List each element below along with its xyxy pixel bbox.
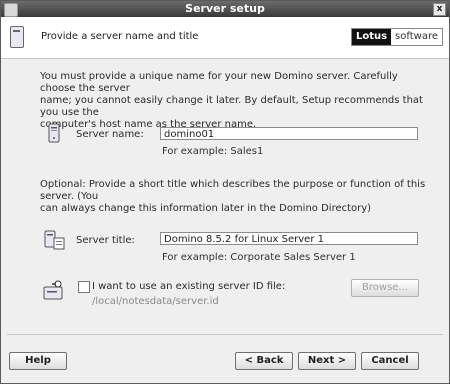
title-bar: Server setup x [1, 1, 449, 17]
back-button[interactable]: < Back [235, 352, 293, 370]
server-name-label: Server name: [76, 129, 144, 140]
brand-software: software [391, 29, 442, 45]
server-document-icon [44, 230, 65, 250]
cancel-button[interactable]: Cancel [361, 352, 419, 370]
existing-id-path: /local/notesdata/server.id [92, 296, 219, 307]
server-tower-icon [48, 123, 60, 143]
server-name-input[interactable]: domino01 [160, 127, 418, 140]
wizard-header: Provide a server name and title Lotus so… [1, 17, 449, 59]
window-menu-icon[interactable] [4, 3, 18, 17]
server-name-example: For example: Sales1 [162, 146, 264, 157]
brand-lotus: Lotus [351, 29, 392, 45]
server-title-example: For example: Corporate Sales Server 1 [162, 252, 356, 263]
server-tower-icon [10, 26, 24, 48]
optional-line-2: can always change this information later… [40, 203, 372, 214]
server-title-input[interactable]: Domino 8.5.2 for Linux Server 1 [160, 232, 418, 245]
browse-button[interactable]: Browse... [351, 279, 419, 297]
lotus-software-logo: Lotus software [350, 28, 443, 46]
server-setup-dialog: Server setup x Provide a server name and… [0, 0, 450, 384]
intro-line-1: You must provide a unique name for your … [40, 71, 398, 94]
optional-text: Optional: Provide a short title which de… [40, 179, 430, 215]
existing-id-checkbox[interactable] [78, 281, 90, 293]
header-subtitle: Provide a server name and title [41, 31, 199, 42]
next-button[interactable]: Next > [298, 352, 356, 370]
server-title-label: Server title: [76, 235, 135, 246]
close-button[interactable]: x [433, 3, 446, 16]
intro-text: You must provide a unique name for your … [40, 71, 430, 131]
optional-line-1: Optional: Provide a short title which de… [40, 179, 426, 202]
existing-id-label[interactable]: I want to use an existing server ID file… [92, 281, 285, 293]
help-button[interactable]: Help [9, 352, 67, 370]
window-title: Server setup [185, 2, 265, 15]
footer-divider [7, 334, 443, 335]
intro-line-2: name; you cannot easily change it later.… [40, 95, 423, 118]
server-key-icon [43, 280, 63, 300]
